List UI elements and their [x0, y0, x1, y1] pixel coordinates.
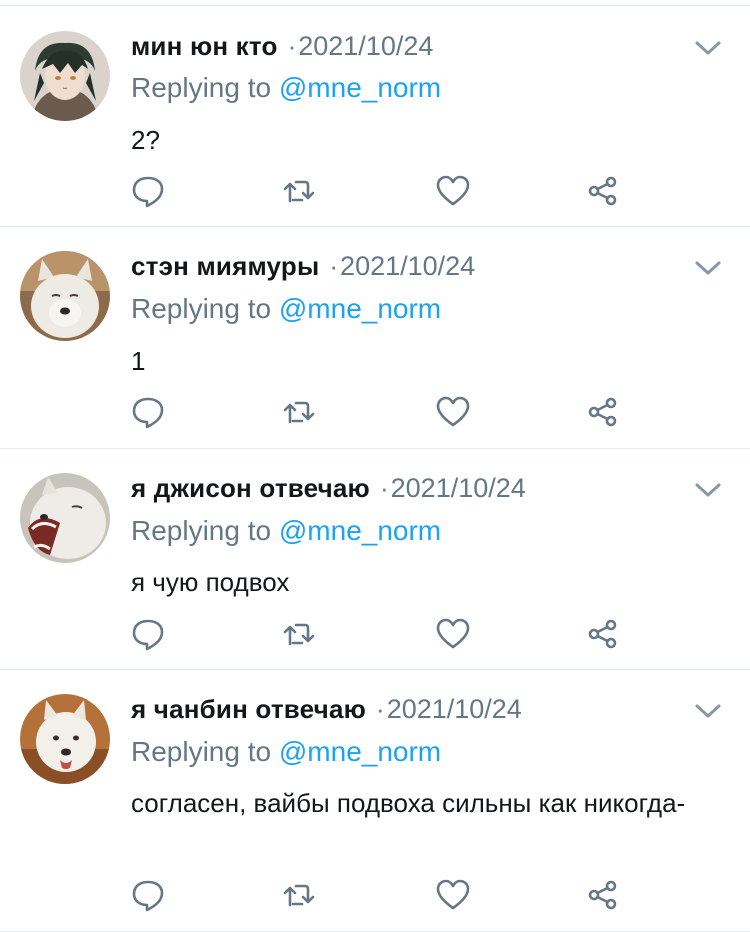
reply-tweet[interactable]: мин юн кто · 2021/10/24 Replying to @mne…	[0, 6, 750, 227]
white-wolf-avatar	[20, 251, 110, 341]
avatar[interactable]	[20, 251, 110, 341]
avatar[interactable]	[20, 31, 110, 121]
display-name[interactable]: стэн миямуры	[131, 251, 319, 282]
reply-button[interactable]	[130, 877, 166, 913]
reply-bubble-icon	[132, 397, 164, 429]
timestamp[interactable]: 2021/10/24	[391, 473, 526, 504]
like-button[interactable]	[435, 394, 471, 430]
replying-to: Replying to @mne_norm	[131, 72, 441, 104]
tweet-header: стэн миямуры · 2021/10/24	[131, 248, 475, 284]
chevron-down-icon[interactable]	[693, 480, 723, 500]
tweet-text: 2?	[131, 125, 160, 155]
like-button[interactable]	[435, 173, 471, 209]
retweet-button[interactable]	[281, 877, 317, 913]
share-icon	[588, 880, 617, 910]
reply-button[interactable]	[130, 394, 166, 430]
tweet-header: я джисон отвечаю · 2021/10/24	[131, 470, 526, 506]
timestamp[interactable]: 2021/10/24	[387, 694, 522, 725]
retweet-button[interactable]	[281, 616, 317, 652]
display-name[interactable]: мин юн кто	[131, 31, 278, 62]
share-button[interactable]	[585, 394, 621, 430]
replying-prefix: Replying to	[131, 293, 272, 324]
replying-handle-link[interactable]: @mne_norm	[279, 72, 441, 103]
tweet-text: 1	[131, 346, 146, 376]
retweet-button[interactable]	[281, 173, 317, 209]
display-name[interactable]: я чанбин отвечаю	[131, 694, 366, 725]
reply-tweet[interactable]: я джисон отвечаю · 2021/10/24 Replying t…	[0, 449, 750, 670]
replying-handle-link[interactable]: @mne_norm	[279, 293, 441, 324]
retweet-button[interactable]	[281, 394, 317, 430]
display-name[interactable]: я джисон отвечаю	[131, 473, 370, 504]
chevron-down-icon[interactable]	[693, 701, 723, 721]
chevron-down-icon[interactable]	[693, 258, 723, 278]
reply-button[interactable]	[130, 173, 166, 209]
share-button[interactable]	[585, 173, 621, 209]
replying-to: Replying to @mne_norm	[131, 736, 441, 768]
reply-bubble-icon	[132, 880, 164, 912]
share-icon	[588, 619, 617, 649]
replying-to: Replying to @mne_norm	[131, 293, 441, 325]
share-icon	[588, 176, 617, 206]
timestamp[interactable]: 2021/10/24	[298, 31, 433, 62]
like-button[interactable]	[435, 616, 471, 652]
tweet-header: мин юн кто · 2021/10/24	[131, 28, 433, 64]
share-button[interactable]	[585, 877, 621, 913]
heart-icon	[436, 879, 470, 910]
yawning-wolf-avatar	[20, 473, 110, 563]
separator: ·	[379, 472, 389, 503]
replying-to: Replying to @mne_norm	[131, 515, 441, 547]
replying-prefix: Replying to	[131, 736, 272, 767]
tweet-text: согласен, вайбы подвоха сильны как никог…	[131, 788, 686, 818]
tweet-header: я чанбин отвечаю · 2021/10/24	[131, 691, 522, 727]
separator: ·	[376, 693, 385, 724]
separator: ·	[287, 30, 297, 61]
reply-button[interactable]	[130, 616, 166, 652]
retweet-icon	[283, 884, 315, 907]
reply-bubble-icon	[132, 176, 164, 208]
replying-prefix: Replying to	[131, 72, 272, 103]
chevron-down-icon[interactable]	[693, 38, 723, 58]
share-button[interactable]	[585, 616, 621, 652]
retweet-icon	[283, 401, 315, 424]
retweet-icon	[283, 623, 315, 646]
share-icon	[588, 397, 617, 427]
replies-feed: мин юн кто · 2021/10/24 Replying to @mne…	[0, 0, 750, 932]
heart-icon	[436, 618, 470, 649]
separator: ·	[329, 250, 339, 281]
reply-tweet[interactable]: я чанбин отвечаю · 2021/10/24 Replying t…	[0, 670, 750, 932]
anime-character-avatar	[20, 31, 110, 121]
avatar[interactable]	[20, 694, 110, 784]
retweet-icon	[283, 180, 315, 203]
tweet-text: я чую подвох	[131, 567, 290, 597]
reply-bubble-icon	[132, 619, 164, 651]
replying-handle-link[interactable]: @mne_norm	[279, 736, 441, 767]
heart-icon	[436, 396, 470, 427]
like-button[interactable]	[435, 877, 471, 913]
replying-prefix: Replying to	[131, 515, 272, 546]
reply-tweet[interactable]: стэн миямуры · 2021/10/24 Replying to @m…	[0, 227, 750, 449]
avatar[interactable]	[20, 473, 110, 563]
heart-icon	[436, 175, 470, 206]
timestamp[interactable]: 2021/10/24	[340, 251, 475, 282]
white-wolf-autumn-avatar	[20, 694, 110, 784]
replying-handle-link[interactable]: @mne_norm	[279, 515, 441, 546]
